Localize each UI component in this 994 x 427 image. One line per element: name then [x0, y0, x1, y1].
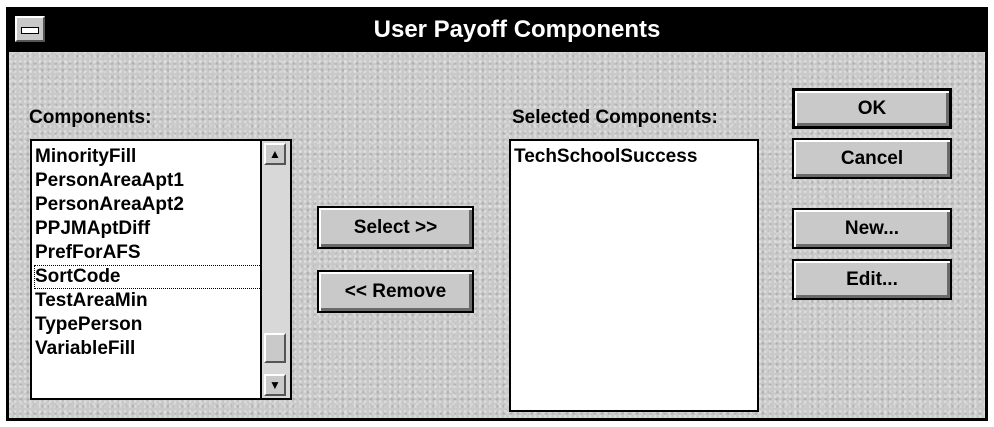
component-list-item[interactable]: PrefForAFS [34, 241, 290, 265]
components-scrollbar[interactable]: ▲ ▼ [260, 141, 290, 398]
scroll-down-arrow-icon[interactable]: ▼ [264, 374, 286, 396]
scroll-up-arrow-icon[interactable]: ▲ [264, 143, 286, 165]
dialog-title: User Payoff Components [373, 16, 661, 43]
component-list-item[interactable]: PersonAreaApt2 [34, 193, 290, 217]
selected-components-list: TechSchoolSuccess [513, 145, 757, 169]
selected-components-label: Selected Components: [512, 107, 718, 129]
component-list-item[interactable]: TestAreaMin [34, 289, 290, 313]
selected-components-label-text: Selected Components: [512, 107, 718, 128]
components-listbox[interactable]: MinorityFill PersonAreaApt1 PersonAreaApt2… [30, 139, 292, 400]
user-payoff-components-dialog: User Payoff Components Components: Minor… [6, 7, 988, 421]
component-list-item[interactable]: PersonAreaApt1 [34, 169, 290, 193]
title-bar[interactable]: User Payoff Components [9, 10, 985, 52]
system-menu-icon[interactable] [15, 16, 45, 42]
component-list-item[interactable]: SortCode [34, 265, 290, 289]
scroll-thumb[interactable] [264, 333, 286, 363]
selected-component-list-item[interactable]: TechSchoolSuccess [513, 145, 757, 169]
new-button[interactable]: New... [792, 208, 952, 249]
component-list-item[interactable]: TypePerson [34, 313, 290, 337]
edit-button[interactable]: Edit... [792, 259, 952, 300]
component-list-item[interactable]: VariableFill [34, 337, 290, 361]
components-list: MinorityFill PersonAreaApt1 PersonAreaApt2… [34, 145, 290, 361]
components-label-text: Components: [29, 107, 152, 128]
components-label: Components: [29, 107, 151, 129]
selected-components-listbox[interactable]: TechSchoolSuccess [509, 139, 759, 412]
ok-button[interactable]: OK [792, 88, 952, 129]
component-list-item[interactable]: PPJMAptDiff [34, 217, 290, 241]
remove-button[interactable]: << Remove [317, 270, 474, 313]
component-list-item[interactable]: MinorityFill [34, 145, 290, 169]
cancel-button[interactable]: Cancel [792, 138, 952, 179]
select-button[interactable]: Select >> [317, 206, 474, 249]
